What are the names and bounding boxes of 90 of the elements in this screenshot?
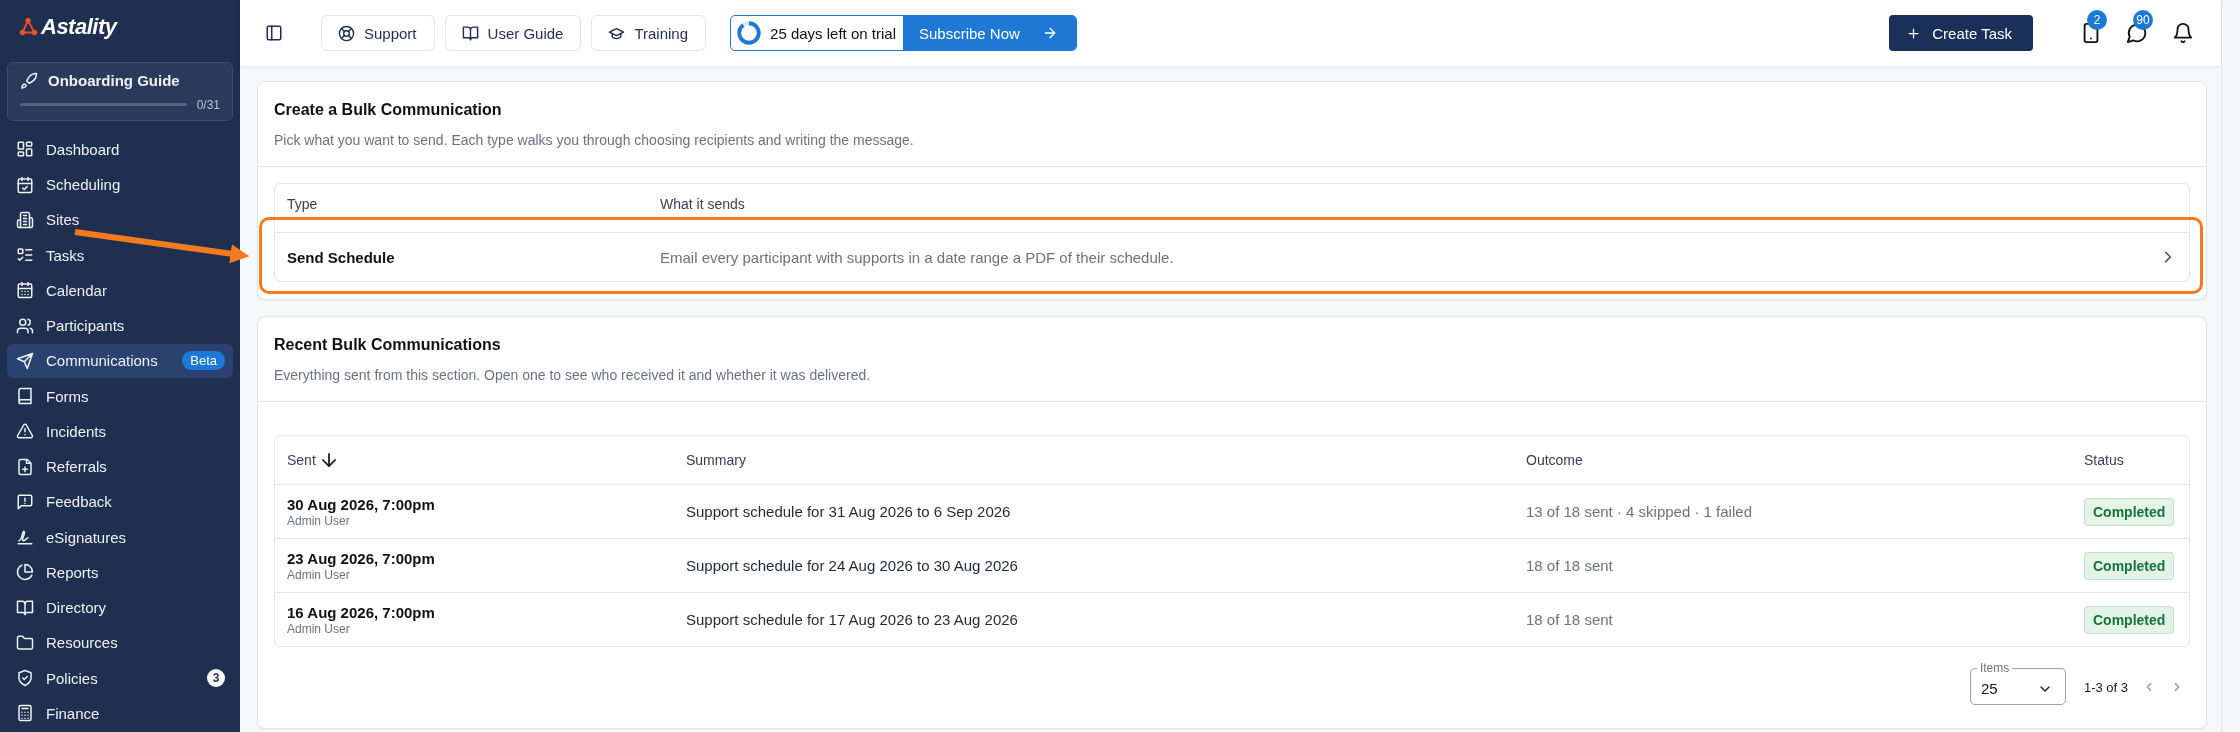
- sort-down-icon[interactable]: [321, 453, 336, 467]
- sent-date: 16 Aug 2026, 7:00pm: [287, 603, 436, 621]
- sidebar-item[interactable]: Incidents: [7, 414, 233, 448]
- grid-icon: [16, 140, 34, 159]
- bell-icon[interactable]: [2172, 22, 2194, 44]
- count-badge: 2: [2087, 10, 2107, 30]
- sidebar-item[interactable]: Resources: [7, 626, 233, 660]
- send-icon: [16, 351, 34, 370]
- signature-icon: [16, 528, 34, 547]
- toolbar-button[interactable]: User Guide: [444, 15, 582, 51]
- brand-name: Astality: [41, 14, 117, 41]
- sidebar-item[interactable]: Feedback: [7, 485, 233, 519]
- select-value: 25: [1980, 680, 1998, 697]
- table-row[interactable]: 16 Aug 2026, 7:00pm Admin User Support schedule for 17 Aug 2026 to 23 Aug 2026 18 of 18 sent Completed: [275, 592, 2189, 646]
- section-title: Create a Bulk Communication: [274, 101, 503, 119]
- table-cell-text: 18 of 18 sent: [1525, 611, 1614, 628]
- calendar-check-icon: [16, 175, 34, 194]
- column-header: Type: [286, 196, 319, 214]
- message-alert-icon: [16, 492, 34, 511]
- sender-name: Admin User: [287, 513, 351, 528]
- sender-name: Admin User: [287, 567, 351, 582]
- beta-badge: Beta: [182, 351, 225, 371]
- table-cell-text: 18 of 18 sent: [1525, 557, 1614, 574]
- sidebar-item[interactable]: Directory: [7, 591, 233, 625]
- sent-date: 23 Aug 2026, 7:00pm: [287, 549, 436, 567]
- count-badge: 90: [2133, 10, 2153, 30]
- sender-name: Admin User: [287, 621, 351, 636]
- subscribe-button[interactable]: Subscribe Now: [902, 16, 1076, 50]
- status-badge: Completed: [2084, 498, 2175, 526]
- chat-icon[interactable]: [2126, 22, 2148, 44]
- sidebar-item[interactable]: Sites: [7, 203, 233, 237]
- sent-date: 30 Aug 2026, 7:00pm: [287, 495, 436, 513]
- book-icon: [16, 387, 34, 406]
- count-badge: 3: [207, 669, 225, 688]
- table-cell-text: Support schedule for 17 Aug 2026 to 23 Aug 2026: [685, 611, 1019, 628]
- sidebar-item[interactable]: Calendar: [7, 273, 233, 307]
- calculator-icon: [16, 704, 34, 723]
- sidebar-item[interactable]: Scheduling: [7, 168, 233, 202]
- status-badge: Completed: [2084, 552, 2175, 580]
- sidebar-item[interactable]: Forms: [7, 379, 233, 413]
- plus-icon: [1906, 25, 1922, 41]
- progress-ring-icon: [736, 20, 763, 46]
- sidebar-item[interactable]: Communications Beta: [7, 344, 233, 378]
- calendar-icon: [16, 281, 34, 300]
- items-per-page-select[interactable]: Items 25: [1969, 661, 2066, 705]
- table-cell-text: 13 of 18 sent · 4 skipped · 1 failed: [1525, 503, 1753, 520]
- lifebuoy-icon: [338, 24, 355, 42]
- building-icon: [16, 210, 34, 229]
- onboarding-guide-card[interactable]: Onboarding Guide 0/31: [7, 61, 233, 121]
- column-header[interactable]: Sent: [287, 452, 316, 468]
- open-book-icon: [16, 598, 34, 617]
- page-range: 1-3 of 3: [2083, 679, 2128, 695]
- sidebar-item[interactable]: Finance: [7, 696, 233, 730]
- sidebar-item[interactable]: eSignatures: [7, 520, 233, 554]
- table-row[interactable]: 30 Aug 2026, 7:00pm Admin User Support schedule for 31 Aug 2026 to 6 Sep 2026 13 of 18 sent · 4 skipped · 1 failed Completed: [275, 484, 2189, 538]
- column-header[interactable]: Status: [2084, 452, 2124, 468]
- progress-count: 0/31: [196, 97, 220, 112]
- sidebar-toggle-icon[interactable]: [265, 24, 283, 42]
- column-header[interactable]: Outcome: [1526, 452, 1583, 468]
- sidebar-item[interactable]: Policies 3: [7, 661, 233, 695]
- folder-icon: [16, 633, 34, 652]
- toolbar-button[interactable]: Training: [591, 15, 707, 51]
- sidebar-item[interactable]: Referrals: [7, 450, 233, 484]
- section-title: Recent Bulk Communications: [274, 336, 502, 354]
- people-icon: [16, 316, 34, 335]
- open-book-icon: [461, 24, 479, 42]
- section-subtitle: Everything sent from this section. Open one to see who received it and whether it was delivered.: [274, 367, 872, 383]
- sidebar-item[interactable]: Tasks: [7, 238, 233, 272]
- table-row[interactable]: 23 Aug 2026, 7:00pm Admin User Support schedule for 24 Aug 2026 to 30 Aug 2026 18 of 18 sent Completed: [275, 538, 2189, 592]
- warning-icon: [16, 422, 34, 441]
- table-row[interactable]: Send Schedule Email every participant with supports in a date range a PDF of their schedule.: [275, 232, 2189, 281]
- section-subtitle: Pick what you want to send. Each type walks you through choosing recipients and writing the message.: [274, 132, 915, 148]
- create-task-button[interactable]: Create Task: [1889, 15, 2033, 51]
- column-header[interactable]: Summary: [686, 452, 746, 468]
- table-cell-text: Support schedule for 24 Aug 2026 to 30 Aug 2026: [685, 557, 1019, 574]
- onboarding-title: Onboarding Guide: [48, 72, 180, 90]
- file-plus-icon: [16, 457, 34, 476]
- shield-icon: [16, 669, 34, 688]
- table-cell-text: Email every participant with supports in a date range a PDF of their schedule.: [659, 248, 1175, 266]
- table-cell-text: Send Schedule: [286, 248, 396, 266]
- trial-status: 25 days left on trial: [770, 24, 896, 42]
- sidebar-item[interactable]: Participants: [7, 309, 233, 343]
- column-header: What it sends: [659, 196, 746, 214]
- field-label: Items: [1978, 661, 2011, 675]
- sidebar-item[interactable]: Reports: [7, 555, 233, 589]
- table-cell-text: Support schedule for 31 Aug 2026 to 6 Sep 2026: [685, 503, 1012, 520]
- status-badge: Completed: [2084, 606, 2175, 634]
- sidebar-item[interactable]: Dashboard: [7, 132, 233, 166]
- toolbar-button[interactable]: Support: [321, 15, 435, 51]
- pie-chart-icon: [16, 563, 34, 582]
